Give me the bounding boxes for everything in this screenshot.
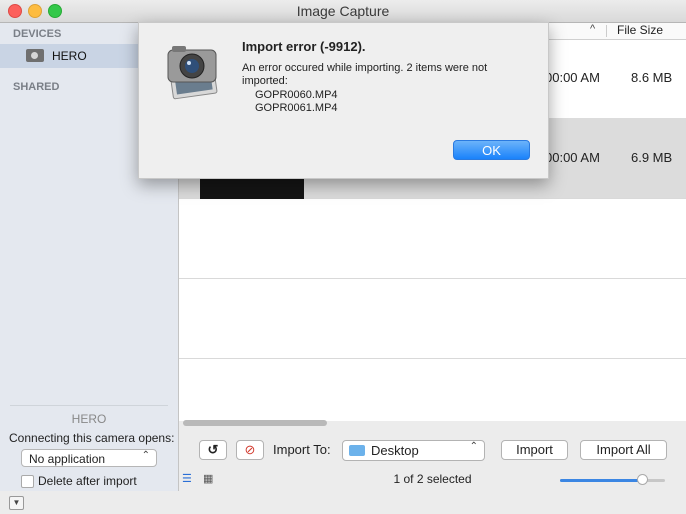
- scrollbar-knob[interactable]: [183, 420, 327, 426]
- ok-button[interactable]: OK: [453, 140, 530, 160]
- import-all-button[interactable]: Import All: [580, 440, 667, 460]
- slider-knob[interactable]: [636, 474, 648, 485]
- row-time: 00:00 AM: [545, 150, 600, 165]
- delete-button[interactable]: ⊘: [236, 440, 264, 460]
- chevron-up-down-icon: ⌃: [469, 441, 478, 452]
- file-size-column-header[interactable]: File Size: [617, 23, 663, 37]
- row-size: 6.9 MB: [631, 150, 673, 165]
- empty-row: [179, 278, 686, 359]
- folder-icon: [349, 445, 365, 456]
- failed-file-item: GOPR0061.MP4: [255, 102, 338, 114]
- empty-row: [179, 198, 686, 279]
- divider: [10, 405, 168, 406]
- devices-header: DEVICES: [13, 28, 62, 40]
- application-select[interactable]: No application ⌃: [21, 449, 157, 467]
- import-destination-select[interactable]: Desktop ⌃: [342, 440, 485, 461]
- title-bar: Image Capture: [0, 0, 686, 23]
- import-to-label: Import To:: [273, 442, 331, 457]
- import-error-dialog: Import error (-9912). An error occured w…: [138, 22, 549, 179]
- alert-title: Import error (-9912).: [242, 39, 366, 54]
- row-size: 8.6 MB: [631, 70, 673, 85]
- import-destination-value: Desktop: [371, 443, 419, 458]
- device-options-panel: HERO Connecting this camera opens: No ap…: [0, 405, 178, 514]
- column-divider: [606, 25, 607, 37]
- sort-indicator-icon[interactable]: ^: [590, 23, 595, 35]
- shared-header: SHARED: [13, 81, 60, 93]
- device-name: HERO: [71, 412, 107, 426]
- thumbnail-size-slider[interactable]: [560, 474, 665, 485]
- slider-fill: [560, 479, 642, 482]
- row-time: 00:00 AM: [545, 70, 600, 85]
- alert-message: An error occured while importing. 2 item…: [242, 62, 488, 87]
- camera-icon: [26, 49, 44, 62]
- bottom-toolbar: ↺ ⊘ Import To: Desktop ⌃ Import Import A…: [179, 430, 686, 491]
- image-capture-app-icon: [167, 46, 218, 100]
- failed-file-item: GOPR0060.MP4: [255, 89, 338, 101]
- delete-after-import-checkbox[interactable]: [21, 475, 34, 488]
- sidebar-item-label: HERO: [52, 49, 87, 63]
- rotate-left-button[interactable]: ↺: [199, 440, 227, 460]
- window-title: Image Capture: [296, 3, 390, 19]
- import-button[interactable]: Import: [501, 440, 568, 460]
- toggle-panel-icon[interactable]: ▼: [9, 496, 24, 510]
- chevron-up-down-icon: ⌃: [141, 450, 150, 461]
- application-select-value: No application: [29, 452, 106, 466]
- horizontal-scrollbar[interactable]: [179, 420, 686, 429]
- camera-opens-label: Connecting this camera opens:: [9, 431, 175, 445]
- delete-after-import-label: Delete after import: [38, 474, 137, 488]
